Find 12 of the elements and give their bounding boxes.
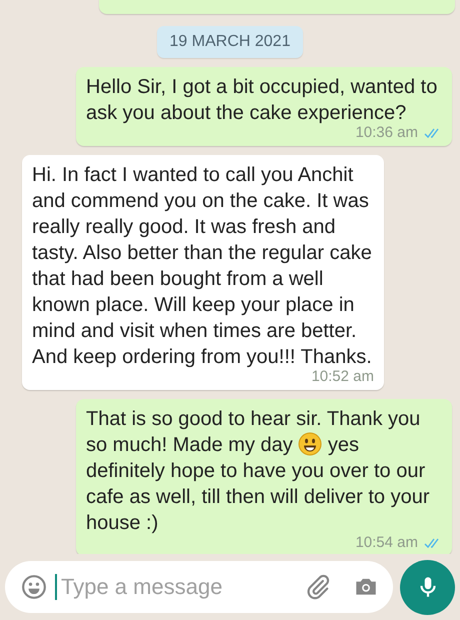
message-time: 10:52 am bbox=[311, 368, 374, 386]
message-text: Hello Sir, I got a bit occupied, wanted to ask you about the cake experience? bbox=[86, 75, 438, 126]
smiley-icon bbox=[298, 432, 322, 456]
message-time: 10:36 am bbox=[355, 124, 418, 142]
message-input[interactable]: Type a message bbox=[59, 573, 297, 601]
emoji-icon[interactable] bbox=[21, 574, 47, 600]
paperclip-icon[interactable] bbox=[305, 574, 331, 600]
message-text: That is so good to hear sir. Thank you so much! Made my day yes definitely hope to have you over to our cafe as well, till then will deliver to your house :) bbox=[86, 407, 430, 536]
message-text: Hi. In fact I wanted to call you Anchit and commend you on the cake. It was really really good. It was fresh and tasty. Also better than the regular cake that had been bought from a well known place. Will keep your place in mind and visit when times are better. And keep ordering from you!!! Thanks. bbox=[32, 163, 373, 370]
message-input-field[interactable]: Type a message bbox=[5, 561, 393, 613]
date-label: 19 MARCH 2021 bbox=[156, 26, 304, 58]
message-time: 10:54 am bbox=[355, 534, 418, 552]
